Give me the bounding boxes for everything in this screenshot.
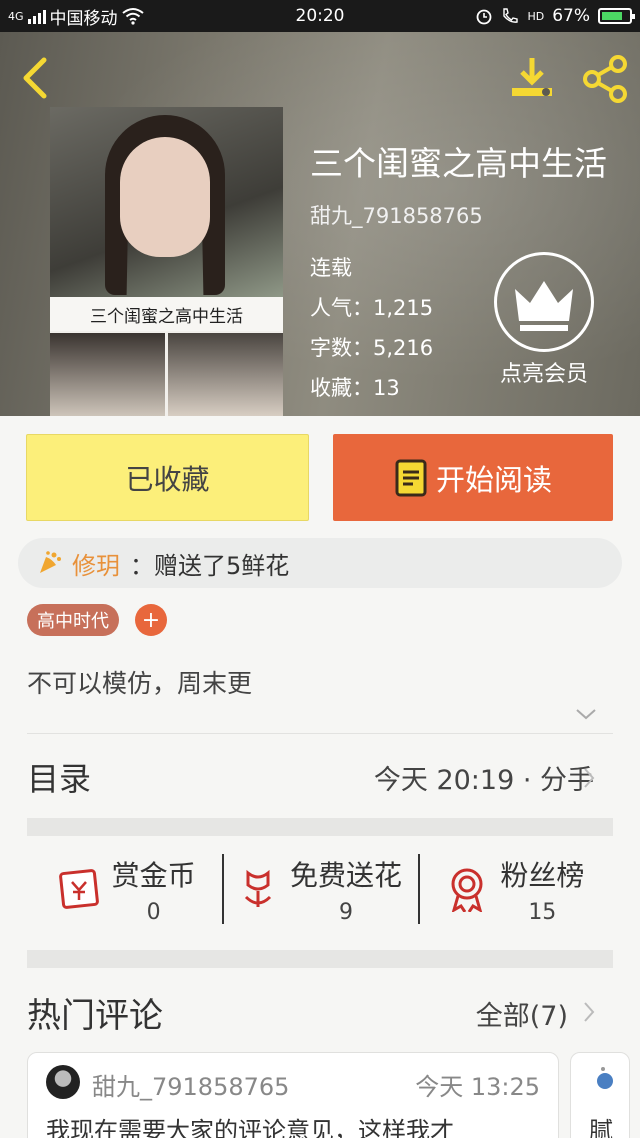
book-word-count: 字数：5,216 [310, 336, 434, 360]
signal-icon [27, 8, 46, 24]
gift-notice[interactable]: 修玥 ：赠送了5鲜花 [18, 538, 622, 588]
stat-label: 赏金币 [111, 858, 196, 892]
cover-photo-top [50, 107, 283, 297]
vip-badge-button[interactable]: 点亮会员 [492, 252, 602, 402]
wifi-icon [121, 8, 144, 25]
comment-user[interactable]: 甜九_791858765 [92, 1067, 289, 1102]
stat-fan-ranking[interactable]: 粉丝榜 15 [417, 846, 613, 932]
all-comments-link[interactable]: 全部(7) [476, 994, 568, 1033]
battery-icon [598, 8, 635, 24]
cover-photo-right [168, 333, 283, 416]
avatar[interactable] [46, 1065, 80, 1099]
book-status: 连载 [310, 256, 352, 280]
avatar [597, 1067, 613, 1089]
toc-latest-chapter[interactable]: 今天 20:19 · 分手 [374, 758, 594, 797]
crown-icon [494, 252, 594, 352]
stat-reward-coins[interactable]: 赏金币 0 [27, 846, 222, 932]
back-button[interactable] [16, 54, 56, 102]
book-summary: 不可以模仿，周末更 [27, 669, 253, 698]
hot-comments-title: 热门评论 [27, 996, 163, 1036]
chevron-down-icon[interactable] [574, 706, 598, 722]
status-bar: 4G 中国移动 20:20 HD 67% [0, 0, 640, 32]
cover-caption: 三个闺蜜之高中生活 [50, 297, 283, 331]
collected-button[interactable]: 已收藏 [26, 434, 309, 521]
book-cover[interactable]: 三个闺蜜之高中生活 [50, 107, 283, 416]
stat-value: 0 [146, 899, 161, 925]
comment-text: 腻 [589, 1117, 613, 1138]
comment-card[interactable]: 甜九_791858765 今天 13:25 我现在需要大家的评论意见，这样我才 [27, 1052, 559, 1138]
comment-card[interactable]: 腻 [570, 1052, 630, 1138]
book-author[interactable]: 甜九_791858765 [310, 200, 483, 230]
stat-label: 粉丝榜 [500, 858, 585, 892]
book-title: 三个闺蜜之高中生活 [310, 144, 607, 183]
download-icon[interactable] [508, 54, 556, 102]
book-header: 三个闺蜜之高中生活 三个闺蜜之高中生活 甜九_791858765 连载 人气：1… [0, 32, 640, 416]
section-separator [27, 950, 613, 968]
gift-user[interactable]: 修玥 [72, 546, 120, 581]
stat-value: 9 [338, 899, 353, 925]
comment-time: 今天 13:25 [415, 1073, 540, 1101]
share-icon[interactable] [580, 54, 630, 104]
start-reading-label: 开始阅读 [435, 462, 552, 497]
comment-text: 我现在需要大家的评论意见，这样我才 [46, 1117, 454, 1138]
red-envelope-icon [58, 869, 99, 909]
vip-label: 点亮会员 [499, 362, 588, 387]
stat-free-flowers[interactable]: 免费送花 9 [222, 846, 417, 932]
alarm-icon [477, 9, 492, 25]
add-tag-button[interactable]: + [135, 604, 167, 636]
flower-icon [244, 869, 272, 907]
cover-photo-left [50, 333, 165, 416]
chevron-right-icon[interactable] [582, 1000, 596, 1024]
flower-gift-icon [40, 551, 61, 573]
divider [27, 733, 613, 734]
gift-message: ：赠送了5鲜花 [130, 551, 290, 580]
stat-value: 15 [528, 899, 557, 925]
stats-row: 赏金币 0 免费送花 9 粉丝榜 15 [27, 846, 613, 932]
call-icon [503, 8, 519, 23]
start-reading-button[interactable]: 开始阅读 [333, 434, 613, 521]
carrier-name: 中国移动 [49, 8, 118, 29]
book-icon [395, 459, 427, 496]
tag-item[interactable]: 高中时代 [27, 604, 119, 636]
toc-title[interactable]: 目录 [27, 754, 91, 800]
chevron-right-icon[interactable] [582, 766, 596, 790]
stat-label: 免费送花 [289, 858, 402, 892]
network-type: 4G [8, 9, 24, 23]
medal-icon [451, 868, 483, 912]
book-favorites: 收藏：13 [310, 376, 400, 400]
hd-indicator: HD [527, 9, 545, 23]
battery-percent: 67% [552, 6, 590, 26]
section-separator [27, 818, 613, 836]
book-popularity: 人气：1,215 [310, 296, 434, 320]
